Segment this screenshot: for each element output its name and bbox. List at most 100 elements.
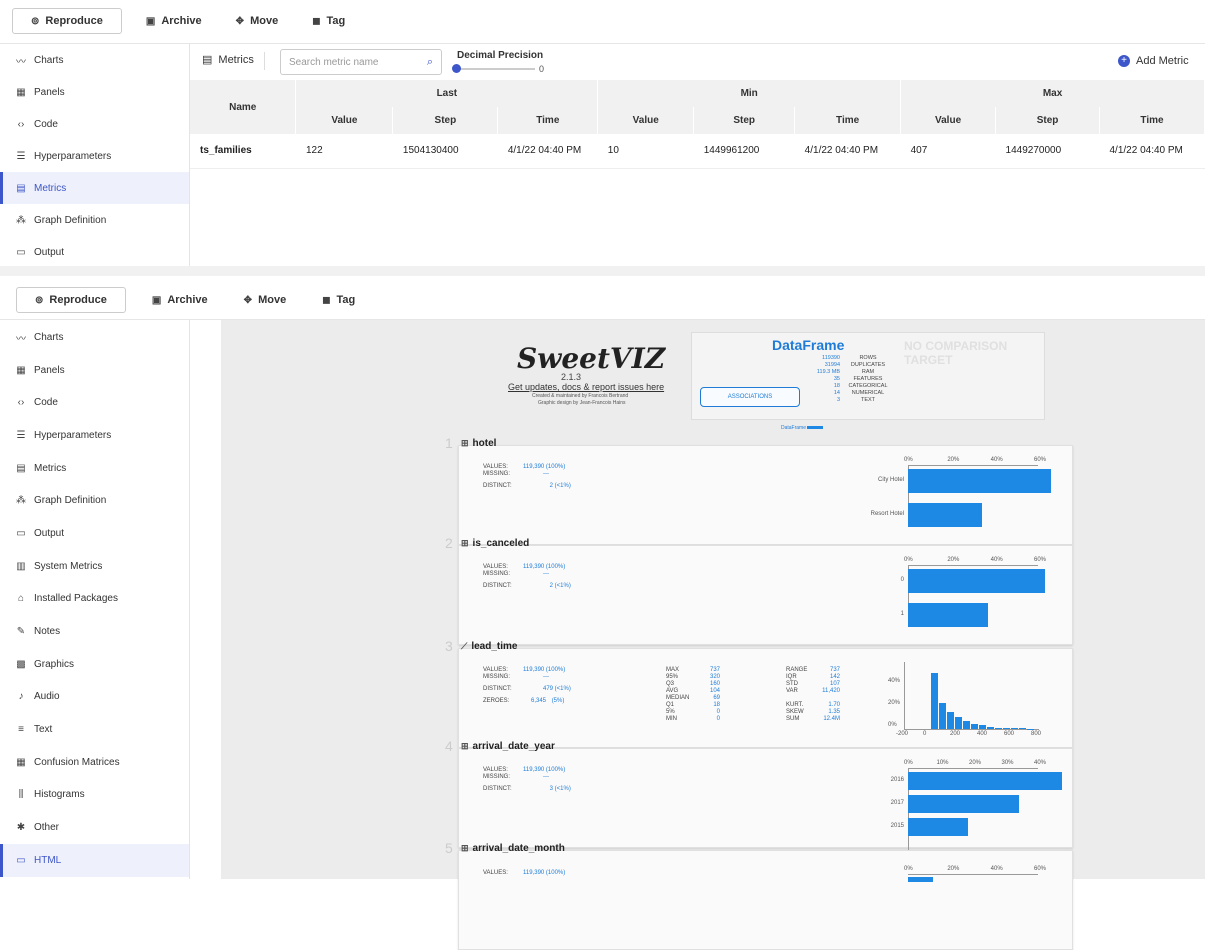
list-icon: ☰ — [15, 151, 27, 162]
search-input[interactable]: Search metric name ⌕ — [280, 49, 442, 75]
feature-card — [458, 850, 1073, 950]
archive-button[interactable]: ▣ Archive — [136, 8, 212, 34]
category-label: Resort Hotel — [848, 511, 904, 517]
sidebar-item-output[interactable]: ▭Output — [0, 236, 189, 268]
reproduce-icon: ⊚ — [35, 295, 43, 306]
sidebar-item-html[interactable]: ▭HTML — [0, 844, 189, 877]
df-title: DataFrame — [772, 337, 844, 353]
df-stat-row: 3TEXT — [802, 397, 902, 404]
chart-line-icon: 〰 — [15, 53, 27, 68]
sidebar-item-code[interactable]: ‹›Code — [0, 108, 189, 140]
reproduce-button[interactable]: ⊚ Reproduce — [16, 287, 126, 313]
category-bar — [908, 818, 968, 836]
graphic-design: Graphic design by Jean-Francois Hains — [538, 400, 626, 406]
sidebar-item-charts[interactable]: 〰Charts — [0, 44, 189, 76]
tag-button[interactable]: ◼ Tag — [312, 287, 365, 313]
stat-value: 104 — [696, 688, 720, 695]
stat-value: 737 — [816, 667, 840, 674]
df-stat-value: 119390 — [802, 355, 840, 362]
category-bar — [908, 877, 933, 882]
sidebar-item-graphics[interactable]: ▩Graphics — [0, 648, 189, 681]
sidebar-item-installed-packages[interactable]: ⌂Installed Packages — [0, 583, 189, 616]
distinct-pct: (<1%) — [555, 583, 571, 589]
sidebar-item-output[interactable]: ▭Output — [0, 517, 189, 550]
sidebar-item-confusion-matrices[interactable]: ▦Confusion Matrices — [0, 746, 189, 779]
stat-label: RANGE — [786, 667, 816, 674]
col-group-last: Last — [296, 80, 598, 107]
cell-value: 407 — [901, 134, 996, 168]
reproduce-button[interactable]: ⊚ Reproduce — [12, 8, 122, 34]
tag-button[interactable]: ◼ Tag — [302, 8, 355, 34]
sidebar-item-metrics[interactable]: ▤Metrics — [0, 172, 189, 204]
df-stat-label: CATEGORICAL — [840, 383, 896, 390]
move-button[interactable]: ✥ Move — [226, 8, 289, 34]
html-icon: ▭ — [15, 855, 27, 866]
sidebar-item-notes[interactable]: ✎Notes — [0, 615, 189, 648]
values-count: 119,390 (100%) — [523, 464, 565, 470]
sidebar-bottom: 〰Charts▦Panels‹›Code☰Hyperparameters▤Met… — [0, 320, 190, 879]
histogram-bar — [979, 725, 986, 729]
divider — [264, 52, 265, 70]
decimal-precision-label: Decimal Precision — [457, 50, 543, 61]
move-label: Move — [250, 15, 278, 27]
stat-label: Q3 — [666, 681, 696, 688]
cell-step: 1449270000 — [996, 134, 1100, 168]
tag-label: Tag — [337, 294, 356, 306]
col-header-value: Value — [296, 107, 393, 134]
move-button[interactable]: ✥ Move — [234, 287, 297, 313]
move-icon: ✥ — [236, 16, 244, 27]
missing-count: --- — [543, 471, 549, 477]
stat-value: 18 — [696, 702, 720, 709]
axis-tick-label: 60% — [1034, 557, 1046, 563]
sidebar-item-hyperparameters[interactable]: ☰ Hyperparameters — [0, 140, 189, 172]
axis-tick-label: 400 — [977, 731, 987, 737]
sidebar-item-panels[interactable]: ▦Panels — [0, 354, 189, 387]
sidebar-item-system-metrics[interactable]: ▥System Metrics — [0, 550, 189, 583]
col-header-name: Name — [190, 80, 296, 134]
col-header-value: Value — [598, 107, 694, 134]
stat-label: AVG — [666, 688, 696, 695]
feature-name-text: lead_time — [471, 641, 517, 652]
feature-stats: VALUES:119,390 (100%) — [483, 870, 565, 877]
sidebar-item-hyperparameters[interactable]: ☰Hyperparameters — [0, 419, 189, 452]
sidebar-item-text[interactable]: ≡Text — [0, 713, 189, 746]
precision-value: 0 — [539, 64, 544, 74]
sidebar-item-audio[interactable]: ♪Audio — [0, 681, 189, 714]
stat-value: 1.35 — [816, 709, 840, 716]
sidebar-item-code[interactable]: ‹›Code — [0, 386, 189, 419]
axis-tick-label: 20% — [888, 700, 900, 706]
metrics-tab[interactable]: ▤ Metrics — [202, 53, 254, 66]
add-metric-button[interactable]: + Add Metric — [1118, 55, 1189, 67]
table-row[interactable]: ts_families 122 1504130400 4/1/22 04:40 … — [190, 134, 1205, 168]
archive-button[interactable]: ▣ Archive — [142, 287, 218, 313]
sidebar-item-histograms[interactable]: ⫼Histograms — [0, 779, 189, 812]
feature-icon: ⊞ — [461, 538, 469, 548]
sidebar-item-metrics[interactable]: ▤Metrics — [0, 452, 189, 485]
sidebar-item-graph-definition[interactable]: ⁂Graph Definition — [0, 204, 189, 236]
axis-tick-label: 0% — [904, 457, 913, 463]
sidebar-item-other[interactable]: ✱Other — [0, 811, 189, 844]
sidebar-item-charts[interactable]: 〰Charts — [0, 321, 189, 354]
sidebar-item-label: Hyperparameters — [34, 151, 111, 162]
stat-value: 69 — [696, 695, 720, 702]
plus-icon: + — [1118, 55, 1130, 67]
precision-slider-handle[interactable] — [452, 64, 461, 73]
sidebar-item-label: System Metrics — [34, 561, 102, 572]
axis-tick-label: 200 — [950, 731, 960, 737]
sidebar-item-label: Installed Packages — [34, 593, 118, 604]
sidebar-item-panels[interactable]: ▦Panels — [0, 76, 189, 108]
sidebar-item-graph-definition[interactable]: ⁂Graph Definition — [0, 484, 189, 517]
updates-link[interactable]: Get updates, docs & report issues here — [508, 382, 664, 392]
feature-card — [458, 445, 1073, 545]
code-icon: ‹› — [15, 119, 27, 130]
associations-button[interactable]: ASSOCIATIONS — [700, 387, 800, 407]
feature-card — [458, 545, 1073, 645]
text-icon: ≡ — [15, 724, 27, 735]
cell-value: 122 — [296, 134, 393, 168]
archive-icon: ▣ — [146, 16, 155, 27]
feature-name-text: arrival_date_month — [473, 843, 565, 854]
precision-slider[interactable] — [455, 68, 535, 70]
search-icon: ⌕ — [427, 56, 433, 69]
axis-tick-label: 10% — [937, 760, 949, 766]
col-header-time: Time — [795, 107, 901, 134]
